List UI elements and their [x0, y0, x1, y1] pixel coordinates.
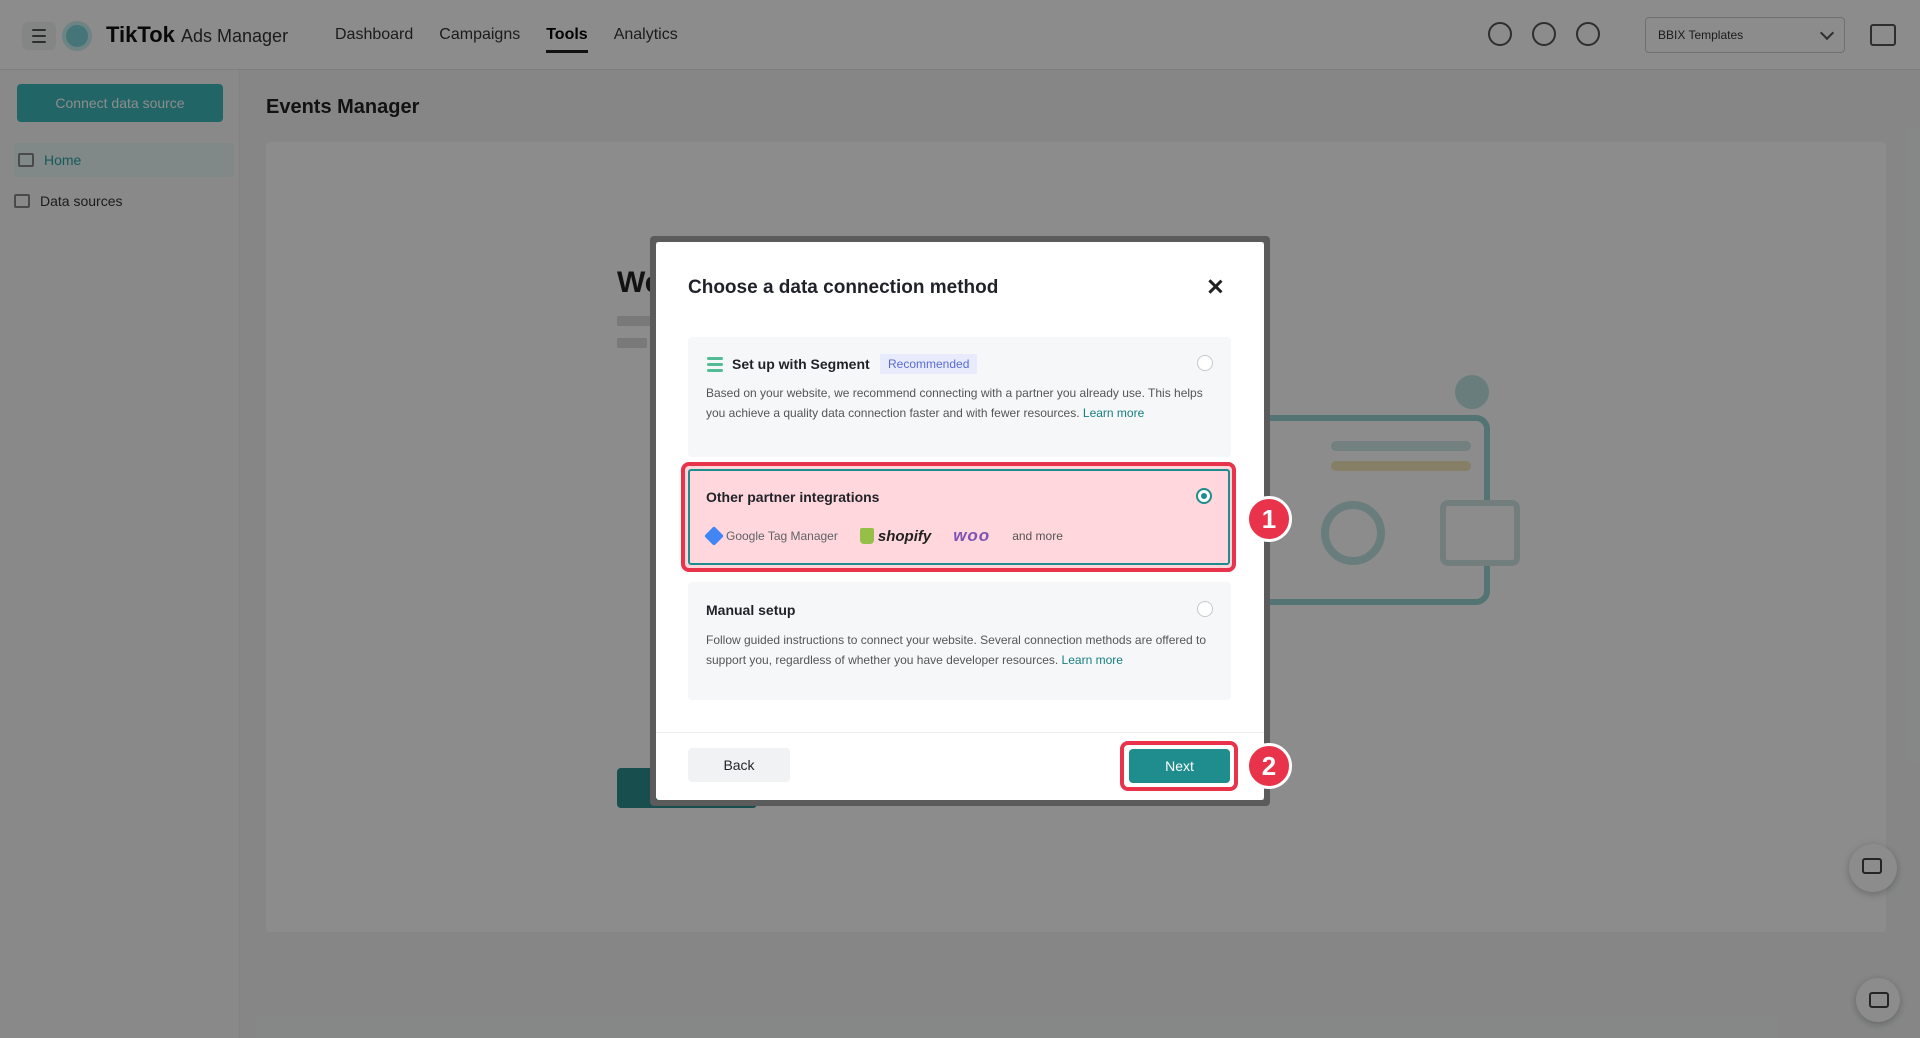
option-other-partner-integrations[interactable] [688, 469, 1230, 565]
next-button[interactable]: Next [1129, 749, 1230, 783]
option-manual-setup[interactable]: Manual setup Follow guided instructions … [688, 582, 1231, 700]
learn-more-link[interactable]: Learn more [1083, 406, 1144, 420]
option-segment[interactable]: Set up with Segment Recommended Based on… [688, 337, 1231, 457]
gtm-label: Google Tag Manager [726, 529, 838, 543]
and-more-text: and more [1012, 529, 1063, 543]
modal-title: Choose a data connection method [688, 277, 999, 298]
google-tag-manager-logo: Google Tag Manager [704, 526, 838, 546]
partner-integrations-radio[interactable] [1196, 488, 1212, 504]
modal-divider [656, 732, 1264, 733]
close-icon[interactable] [1204, 276, 1226, 298]
woo-logo: woo [953, 526, 991, 545]
learn-more-link[interactable]: Learn more [1062, 653, 1123, 667]
recommended-badge: Recommended [880, 354, 978, 374]
shopify-logo: shopify [859, 527, 932, 545]
shopify-label: shopify [877, 527, 932, 545]
gtm-icon [704, 526, 724, 546]
step-1-badge: 1 [1246, 496, 1292, 542]
option-description: Based on your website, we recommend conn… [706, 383, 1216, 423]
option-description: Follow guided instructions to connect yo… [706, 630, 1216, 670]
option-title: Manual setup [706, 602, 796, 618]
back-button[interactable]: Back [688, 748, 790, 782]
option-description-text: Follow guided instructions to connect yo… [706, 633, 1207, 667]
option-title: Other partner integrations [706, 489, 880, 505]
segment-icon [706, 355, 724, 373]
shopify-bag-icon [859, 528, 874, 544]
manual-setup-radio[interactable] [1197, 601, 1213, 617]
option-title: Set up with Segment [732, 356, 870, 372]
step-2-badge: 2 [1246, 743, 1292, 789]
segment-radio[interactable] [1197, 355, 1213, 371]
partner-logos: Google Tag Manager shopify woo and more [704, 526, 1063, 546]
